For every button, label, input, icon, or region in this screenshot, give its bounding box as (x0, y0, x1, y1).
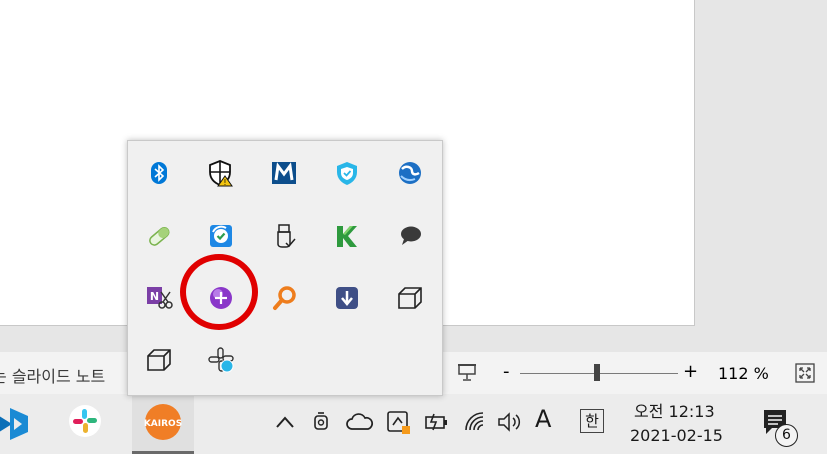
highlight-circle (180, 254, 258, 330)
fit-to-window-icon[interactable] (795, 363, 815, 383)
notes-label: 슬라이드 노트 (11, 367, 106, 386)
wifi-icon[interactable] (463, 410, 487, 434)
kairos-icon[interactable]: KAIROS (144, 403, 182, 441)
sync-check-icon[interactable] (207, 222, 235, 250)
svg-text:N: N (150, 290, 159, 303)
slack-status-icon[interactable] (207, 346, 235, 374)
zoom-out-button[interactable]: - (503, 362, 510, 382)
bluetooth-icon[interactable] (145, 159, 173, 187)
shield-check-icon[interactable] (333, 159, 361, 187)
battery-charging-icon[interactable] (423, 410, 451, 434)
globe-sync-icon[interactable] (396, 159, 424, 187)
malwarebytes-icon[interactable] (270, 159, 298, 187)
download-icon[interactable] (333, 284, 361, 312)
pill-icon[interactable] (145, 222, 173, 250)
notification-count-badge: 6 (775, 424, 798, 447)
input-language-indicator[interactable]: A (535, 405, 551, 433)
ime-mode-indicator[interactable]: 한 (580, 409, 604, 433)
notes-button[interactable]: 는 슬라이드 노트 (0, 363, 105, 387)
show-hidden-icons-chevron-up-icon[interactable] (274, 413, 296, 431)
chat-bubble-icon[interactable] (396, 222, 424, 250)
windows-security-icon[interactable]: ! (206, 159, 234, 187)
volume-icon[interactable] (496, 410, 524, 434)
notes-prefix-text: 는 (0, 367, 12, 386)
clock-date[interactable]: 2021-02-15 (630, 426, 723, 445)
cube-icon[interactable] (396, 284, 424, 312)
cube-outline-icon[interactable] (145, 346, 173, 374)
zoom-in-button[interactable]: + (683, 362, 698, 382)
vscode-icon[interactable] (0, 404, 32, 444)
zoom-level[interactable]: 112 % (718, 364, 769, 383)
slideshow-icon[interactable] (457, 362, 477, 382)
slack-icon[interactable] (68, 404, 102, 438)
svg-text:!: ! (223, 178, 226, 187)
meeting-camera-icon[interactable] (310, 410, 334, 434)
screen-capture-icon[interactable] (386, 409, 412, 435)
kaspersky-icon[interactable] (333, 222, 361, 250)
clock-time[interactable]: 오전 12:13 (634, 398, 715, 422)
onenote-clip-icon[interactable]: N (145, 284, 173, 312)
magnifier-icon[interactable] (271, 284, 299, 312)
usb-eject-icon[interactable] (271, 222, 299, 250)
kairos-label: KAIROS (144, 419, 182, 429)
zoom-slider-thumb[interactable] (594, 364, 601, 381)
onedrive-cloud-icon[interactable] (346, 410, 374, 434)
